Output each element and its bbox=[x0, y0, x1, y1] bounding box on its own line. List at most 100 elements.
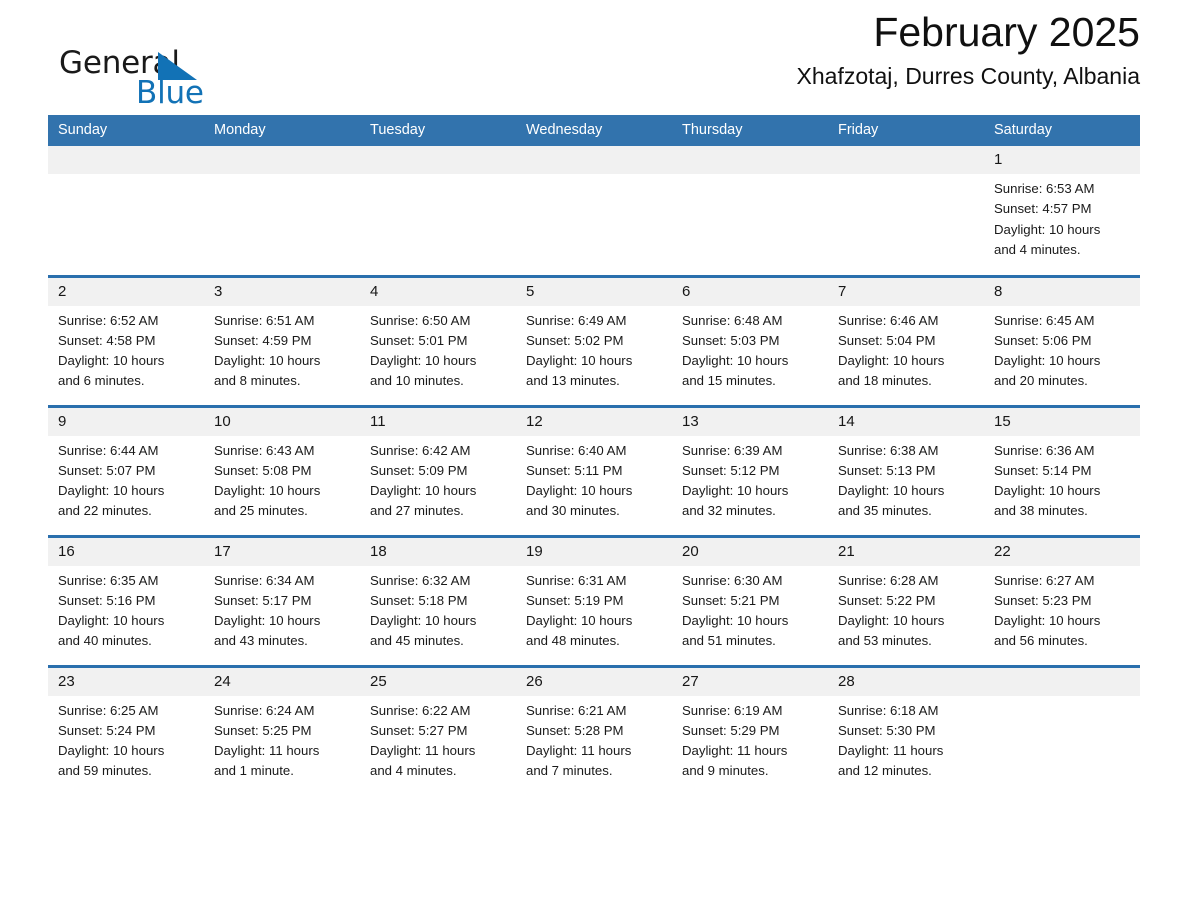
sunrise-text: Sunrise: 6:32 AM bbox=[370, 572, 471, 588]
calendar-day-cell[interactable]: 26 Sunrise: 6:21 AM Sunset: 5:28 PM Dayligh… bbox=[516, 664, 672, 788]
daylight-text: and 43 minutes. bbox=[214, 633, 308, 649]
daylight-text: Daylight: 10 hours bbox=[370, 613, 477, 629]
day-details: Sunrise: 6:21 AM Sunset: 5:28 PM Daylight:… bbox=[516, 696, 672, 782]
day-details: Sunrise: 6:36 AM Sunset: 5:14 PM Daylight:… bbox=[984, 436, 1140, 522]
calendar-day-cell[interactable]: 15 Sunrise: 6:36 AM Sunset: 5:14 PM Dayligh… bbox=[984, 404, 1140, 536]
calendar-day-cell[interactable]: 12 Sunrise: 6:40 AM Sunset: 5:11 PM Dayligh… bbox=[516, 404, 672, 536]
sunrise-text: Sunrise: 6:44 AM bbox=[58, 442, 159, 458]
weekday-header-sunday: Sunday bbox=[48, 115, 204, 146]
day-details: Sunrise: 6:25 AM Sunset: 5:24 PM Daylight:… bbox=[48, 696, 204, 782]
daylight-text: and 10 minutes. bbox=[370, 373, 464, 389]
calendar-day-cell[interactable]: 1 Sunrise: 6:53 AM Sunset: 4:57 PM Daylight… bbox=[984, 146, 1140, 276]
calendar-day-cell[interactable]: 28 Sunrise: 6:18 AM Sunset: 5:30 PM Dayligh… bbox=[828, 664, 984, 788]
sunset-text: Sunset: 5:16 PM bbox=[58, 592, 156, 608]
day-details: Sunrise: 6:51 AM Sunset: 4:59 PM Daylight:… bbox=[204, 306, 360, 392]
calendar-day-cell[interactable]: 23 Sunrise: 6:25 AM Sunset: 5:24 PM Dayligh… bbox=[48, 664, 204, 788]
calendar-day-cell[interactable]: 24 Sunrise: 6:24 AM Sunset: 5:25 PM Dayligh… bbox=[204, 664, 360, 788]
sunset-text: Sunset: 5:14 PM bbox=[994, 462, 1092, 478]
day-number: 17 bbox=[204, 537, 360, 566]
sunset-text: Sunset: 5:30 PM bbox=[838, 722, 936, 738]
calendar-day-cell[interactable]: 16 Sunrise: 6:35 AM Sunset: 5:16 PM Dayligh… bbox=[48, 534, 204, 666]
day-details: Sunrise: 6:18 AM Sunset: 5:30 PM Daylight:… bbox=[828, 696, 984, 782]
location-subtitle: Xhafzotaj, Durres County, Albania bbox=[796, 63, 1140, 89]
calendar-day-cell-empty bbox=[516, 146, 672, 276]
daylight-text: Daylight: 10 hours bbox=[58, 483, 165, 499]
calendar-day-cell[interactable]: 7 Sunrise: 6:46 AM Sunset: 5:04 PM Daylight… bbox=[828, 274, 984, 406]
calendar-day-cell[interactable]: 4 Sunrise: 6:50 AM Sunset: 5:01 PM Daylight… bbox=[360, 274, 516, 406]
sunrise-text: Sunrise: 6:46 AM bbox=[838, 312, 939, 328]
calendar-day-cell[interactable]: 27 Sunrise: 6:19 AM Sunset: 5:29 PM Dayligh… bbox=[672, 664, 828, 788]
day-details: Sunrise: 6:48 AM Sunset: 5:03 PM Daylight:… bbox=[672, 306, 828, 392]
daylight-text: Daylight: 10 hours bbox=[682, 353, 789, 369]
day-details: Sunrise: 6:52 AM Sunset: 4:58 PM Daylight:… bbox=[48, 306, 204, 392]
sunset-text: Sunset: 5:22 PM bbox=[838, 592, 936, 608]
sunset-text: Sunset: 4:57 PM bbox=[994, 201, 1092, 217]
sunset-text: Sunset: 5:23 PM bbox=[994, 592, 1092, 608]
daylight-text: Daylight: 11 hours bbox=[838, 743, 944, 759]
sunrise-text: Sunrise: 6:31 AM bbox=[526, 572, 627, 588]
day-number: 26 bbox=[516, 667, 672, 696]
day-number: 27 bbox=[672, 667, 828, 696]
day-number: 15 bbox=[984, 407, 1140, 436]
daylight-text: and 4 minutes. bbox=[994, 241, 1081, 257]
day-number: 5 bbox=[516, 277, 672, 306]
calendar-day-cell[interactable]: 14 Sunrise: 6:38 AM Sunset: 5:13 PM Dayligh… bbox=[828, 404, 984, 536]
daylight-text: and 12 minutes. bbox=[838, 763, 932, 779]
daylight-text: and 25 minutes. bbox=[214, 503, 308, 519]
day-details: Sunrise: 6:30 AM Sunset: 5:21 PM Daylight:… bbox=[672, 566, 828, 652]
calendar-day-cell[interactable]: 9 Sunrise: 6:44 AM Sunset: 5:07 PM Daylight… bbox=[48, 404, 204, 536]
day-details: Sunrise: 6:44 AM Sunset: 5:07 PM Daylight:… bbox=[48, 436, 204, 522]
calendar-day-cell[interactable]: 18 Sunrise: 6:32 AM Sunset: 5:18 PM Dayligh… bbox=[360, 534, 516, 666]
day-number: 7 bbox=[828, 277, 984, 306]
sunset-text: Sunset: 5:21 PM bbox=[682, 592, 780, 608]
calendar-day-cell[interactable]: 6 Sunrise: 6:48 AM Sunset: 5:03 PM Daylight… bbox=[672, 274, 828, 406]
calendar-day-cell[interactable]: 17 Sunrise: 6:34 AM Sunset: 5:17 PM Dayligh… bbox=[204, 534, 360, 666]
daylight-text: Daylight: 10 hours bbox=[838, 353, 945, 369]
page-title: February 2025 bbox=[873, 9, 1140, 55]
daylight-text: and 51 minutes. bbox=[682, 633, 776, 649]
daylight-text: Daylight: 10 hours bbox=[526, 483, 633, 499]
sunset-text: Sunset: 5:17 PM bbox=[214, 592, 312, 608]
calendar-day-cell[interactable]: 8 Sunrise: 6:45 AM Sunset: 5:06 PM Daylight… bbox=[984, 274, 1140, 406]
daylight-text: Daylight: 10 hours bbox=[682, 613, 789, 629]
daylight-text: and 45 minutes. bbox=[370, 633, 464, 649]
sunset-text: Sunset: 5:03 PM bbox=[682, 332, 780, 348]
calendar-day-cell[interactable]: 3 Sunrise: 6:51 AM Sunset: 4:59 PM Daylight… bbox=[204, 274, 360, 406]
sunset-text: Sunset: 5:09 PM bbox=[370, 462, 468, 478]
sunrise-text: Sunrise: 6:18 AM bbox=[838, 702, 939, 718]
calendar-day-cell[interactable]: 2 Sunrise: 6:52 AM Sunset: 4:58 PM Daylight… bbox=[48, 274, 204, 406]
weekday-header-thursday: Thursday bbox=[672, 115, 828, 146]
sunset-text: Sunset: 4:59 PM bbox=[214, 332, 312, 348]
calendar-day-cell[interactable]: 13 Sunrise: 6:39 AM Sunset: 5:12 PM Dayligh… bbox=[672, 404, 828, 536]
sunset-text: Sunset: 5:08 PM bbox=[214, 462, 312, 478]
day-details: Sunrise: 6:32 AM Sunset: 5:18 PM Daylight:… bbox=[360, 566, 516, 652]
calendar-day-cell[interactable]: 5 Sunrise: 6:49 AM Sunset: 5:02 PM Daylight… bbox=[516, 274, 672, 406]
sunset-text: Sunset: 5:04 PM bbox=[838, 332, 936, 348]
calendar-day-cell[interactable]: 20 Sunrise: 6:30 AM Sunset: 5:21 PM Dayligh… bbox=[672, 534, 828, 666]
calendar-day-cell[interactable]: 21 Sunrise: 6:28 AM Sunset: 5:22 PM Dayligh… bbox=[828, 534, 984, 666]
calendar-day-cell[interactable]: 25 Sunrise: 6:22 AM Sunset: 5:27 PM Dayligh… bbox=[360, 664, 516, 788]
sunrise-text: Sunrise: 6:28 AM bbox=[838, 572, 939, 588]
daylight-text: Daylight: 10 hours bbox=[370, 483, 477, 499]
daylight-text: Daylight: 11 hours bbox=[370, 743, 476, 759]
sunrise-text: Sunrise: 6:45 AM bbox=[994, 312, 1095, 328]
daylight-text: Daylight: 10 hours bbox=[994, 353, 1101, 369]
sunset-text: Sunset: 5:19 PM bbox=[526, 592, 624, 608]
day-number: 6 bbox=[672, 277, 828, 306]
sunset-text: Sunset: 4:58 PM bbox=[58, 332, 156, 348]
general-blue-logo[interactable]: General Blue bbox=[59, 46, 249, 118]
sunset-text: Sunset: 5:11 PM bbox=[526, 462, 623, 478]
calendar-week-row: 23 Sunrise: 6:25 AM Sunset: 5:24 PM Dayligh… bbox=[48, 664, 1140, 788]
calendar-day-cell[interactable]: 11 Sunrise: 6:42 AM Sunset: 5:09 PM Dayligh… bbox=[360, 404, 516, 536]
sunrise-text: Sunrise: 6:42 AM bbox=[370, 442, 471, 458]
sunrise-sunset-calendar: Sunday Monday Tuesday Wednesday Thursday… bbox=[48, 115, 1140, 788]
day-number: 9 bbox=[48, 407, 204, 436]
weekday-header-friday: Friday bbox=[828, 115, 984, 146]
calendar-day-cell[interactable]: 10 Sunrise: 6:43 AM Sunset: 5:08 PM Dayligh… bbox=[204, 404, 360, 536]
daylight-text: Daylight: 10 hours bbox=[214, 483, 321, 499]
calendar-day-cell[interactable]: 22 Sunrise: 6:27 AM Sunset: 5:23 PM Dayligh… bbox=[984, 534, 1140, 666]
day-details: Sunrise: 6:46 AM Sunset: 5:04 PM Daylight:… bbox=[828, 306, 984, 392]
day-details: Sunrise: 6:50 AM Sunset: 5:01 PM Daylight:… bbox=[360, 306, 516, 392]
calendar-day-cell[interactable]: 19 Sunrise: 6:31 AM Sunset: 5:19 PM Dayligh… bbox=[516, 534, 672, 666]
daylight-text: Daylight: 10 hours bbox=[994, 613, 1101, 629]
